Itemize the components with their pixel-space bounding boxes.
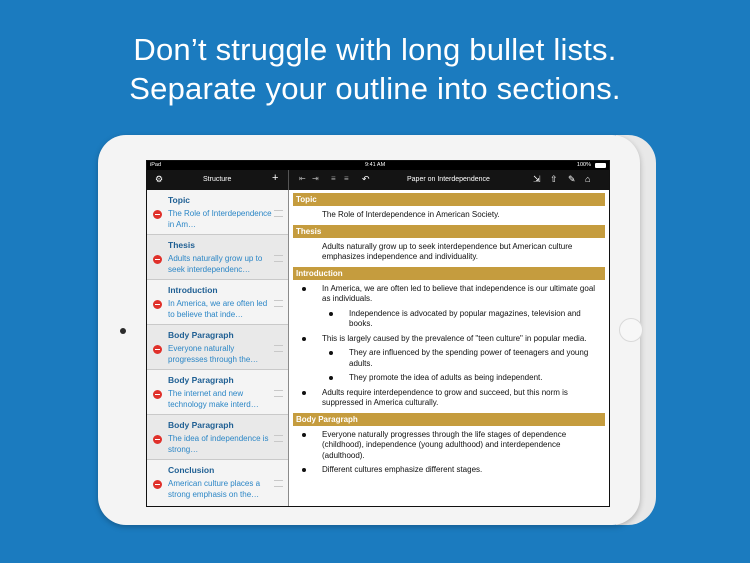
bullet-icon [302, 468, 306, 472]
undo-icon[interactable]: ↶ [362, 174, 370, 185]
sidebar-item-title: Body Paragraph [168, 375, 234, 385]
bullet-item[interactable]: They promote the idea of adults as being… [293, 373, 605, 384]
section-header-body[interactable]: Body Paragraph [293, 412, 605, 426]
bullet-icon [329, 376, 333, 380]
document-view: Topic The Role of Interdependence in Ame… [289, 190, 609, 506]
reorder-handle-icon[interactable] [274, 435, 283, 442]
bullet-text: In America, we are often led to believe … [322, 283, 596, 304]
delete-icon[interactable] [153, 390, 162, 399]
sidebar-item-thesis[interactable]: Thesis Adults naturally grow up to seek … [147, 235, 288, 280]
move-down-icon[interactable]: ≡ [344, 174, 349, 183]
battery-level: 100% [576, 162, 591, 168]
sidebar-item-desc: The idea of independence is strong… [168, 434, 269, 454]
bullet-item[interactable]: This is largely caused by the prevalence… [293, 334, 605, 345]
sidebar-item-body-3[interactable]: Body Paragraph The idea of independence … [147, 415, 288, 460]
sidebar-item-title: Introduction [168, 285, 218, 295]
sidebar-item-body-2[interactable]: Body Paragraph The internet and new tech… [147, 370, 288, 415]
bullet-text: Independence is advocated by popular mag… [349, 308, 581, 329]
section-header-introduction[interactable]: Introduction [293, 266, 605, 280]
app-screen: iPad 9:41 AM 100% ⚙ Structure + ⇤ ⇥ ≡ ≡ … [146, 160, 610, 507]
gear-icon[interactable]: ⚙ [155, 174, 163, 185]
headline-line-2: Separate your outline into sections. [129, 71, 621, 106]
sidebar-item-desc: Everyone naturally progresses through th… [168, 344, 259, 364]
bullet-item[interactable]: Everyone naturally progresses through th… [293, 430, 605, 462]
bullet-icon [329, 311, 333, 316]
sidebar-item-desc: Adults naturally grow up to seek interde… [168, 254, 263, 274]
sidebar-item-topic[interactable]: Topic The Role of Interdependence in Am… [147, 190, 288, 235]
bullet-text: Different cultures emphasize different s… [322, 465, 483, 474]
topic-text[interactable]: The Role of Interdependence in American … [293, 210, 605, 221]
bullet-item[interactable]: Adults require interdependence to grow a… [293, 388, 605, 409]
delete-icon[interactable] [153, 435, 162, 444]
clock: 9:41 AM [365, 162, 386, 168]
bullet-icon [329, 351, 333, 355]
sidebar-item-introduction[interactable]: Introduction In America, we are often le… [147, 280, 288, 325]
sidebar-item-title: Conclusion [168, 465, 215, 475]
sidebar-item-desc: In America, we are often led to believe … [168, 299, 268, 319]
move-up-icon[interactable]: ≡ [331, 174, 336, 183]
reorder-handle-icon[interactable] [274, 345, 283, 352]
bullet-text: They promote the idea of adults as being… [349, 373, 543, 382]
section-header-thesis[interactable]: Thesis [293, 224, 605, 238]
delete-icon[interactable] [153, 255, 162, 264]
sidebar-item-desc: The Role of Interdependence in Am… [168, 209, 272, 229]
sidebar-item-desc: American culture places a strong emphasi… [168, 479, 261, 499]
add-icon[interactable]: + [272, 172, 278, 184]
share-icon[interactable]: ⇧ [550, 174, 558, 185]
reorder-handle-icon[interactable] [274, 210, 283, 217]
delete-icon[interactable] [153, 300, 162, 309]
delete-icon[interactable] [153, 210, 162, 219]
home-button [619, 318, 643, 342]
bullet-text: Everyone naturally progresses through th… [322, 429, 567, 460]
reorder-handle-icon[interactable] [274, 255, 283, 262]
headline: Don’t struggle with long bullet lists. S… [0, 30, 750, 108]
indent-icon[interactable]: ⇥ [312, 174, 319, 183]
home-icon[interactable]: ⌂ [585, 174, 590, 184]
bullet-text: Adults require interdependence to grow a… [322, 387, 568, 408]
sidebar-item-title: Body Paragraph [168, 330, 234, 340]
bullet-icon [302, 390, 306, 395]
outdent-icon[interactable]: ⇤ [299, 174, 306, 183]
tools-icon[interactable]: ✎ [568, 174, 576, 185]
delete-icon[interactable] [153, 480, 162, 489]
battery-icon [595, 163, 606, 168]
thesis-text[interactable]: Adults naturally grow up to seek interde… [293, 242, 605, 263]
document-title: Paper on Interdependence [407, 176, 490, 183]
delete-icon[interactable] [153, 345, 162, 354]
sidebar: Topic The Role of Interdependence in Am…… [147, 190, 289, 506]
sidebar-item-title: Thesis [168, 240, 195, 250]
sidebar-item-title: Topic [168, 195, 191, 205]
bullet-icon [302, 286, 306, 291]
sidebar-item-body-1[interactable]: Body Paragraph Everyone naturally progre… [147, 325, 288, 370]
bullet-icon [302, 336, 306, 341]
bullet-item[interactable]: Independence is advocated by popular mag… [293, 309, 605, 330]
sidebar-title: Structure [203, 176, 232, 183]
headline-line-1: Don’t struggle with long bullet lists. [133, 32, 617, 67]
status-bar: iPad 9:41 AM 100% [147, 161, 609, 170]
bullet-text: They are influenced by the spending powe… [349, 348, 589, 368]
export-icon[interactable]: ⇲ [533, 174, 541, 185]
bullet-text: This is largely caused by the prevalence… [322, 333, 587, 343]
reorder-handle-icon[interactable] [274, 480, 283, 487]
bullet-icon [302, 432, 306, 437]
sidebar-item-title: Body Paragraph [168, 420, 234, 430]
reorder-handle-icon[interactable] [274, 390, 283, 397]
sidebar-item-desc: The internet and new technology make int… [168, 389, 259, 409]
bullet-item[interactable]: They are influenced by the spending powe… [293, 348, 605, 369]
sidebar-item-conclusion[interactable]: Conclusion American culture places a str… [147, 460, 288, 504]
bullet-item[interactable]: Different cultures emphasize different s… [293, 465, 605, 476]
reorder-handle-icon[interactable] [274, 300, 283, 307]
toolbar: ⚙ Structure + ⇤ ⇥ ≡ ≡ ↶ Paper on Interde… [147, 170, 609, 190]
section-header-topic[interactable]: Topic [293, 193, 605, 206]
camera [120, 328, 126, 334]
device-label: iPad [150, 162, 162, 168]
bullet-item[interactable]: In America, we are often led to believe … [293, 284, 605, 305]
